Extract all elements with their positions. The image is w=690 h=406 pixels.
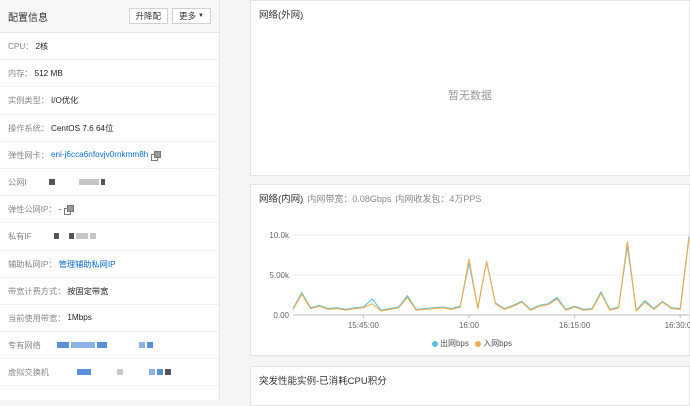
- row-label: 虚拟交换机: [8, 368, 49, 378]
- row-label: 私有IF: [8, 232, 32, 242]
- series-out-line: [292, 236, 690, 312]
- x-tick-label: 16:00: [459, 321, 480, 330]
- row-vpc: 专有网络: [0, 332, 219, 360]
- row-label: 弹性网卡：: [8, 150, 49, 160]
- config-panel: 配置信息 升降配 更多 ▼ CPU： 2核 内存： 512 MB 实例类型： I/O优化…: [0, 0, 220, 400]
- row-bandwidth: 当前使用带宽： 1Mbps: [0, 305, 219, 333]
- x-tick-label: 16:15:00: [559, 321, 591, 330]
- internal-bandwidth: 内网带宽：0.08Gbps: [307, 194, 392, 204]
- row-memory: 内存： 512 MB: [0, 60, 219, 88]
- internal-packets: 内网收发包：4万PPS: [395, 194, 482, 204]
- row-label: 实例类型：: [8, 96, 49, 106]
- row-label: 辅助私网IP：: [8, 259, 57, 269]
- config-header: 配置信息 升降配 更多 ▼: [0, 0, 219, 33]
- row-label: 专有网络: [8, 341, 41, 351]
- row-value: CentOS 7.6 64位: [50, 123, 114, 133]
- external-network-panel: 网络(外网) 暂无数据: [250, 0, 690, 176]
- row-value: 按固定带宽: [67, 286, 109, 296]
- row-instance-type: 实例类型： I/O优化: [0, 87, 219, 115]
- copy-icon[interactable]: [64, 205, 75, 216]
- row-os: 操作系统： CentOS 7.6 64位: [0, 115, 219, 142]
- row-value: 2核: [35, 42, 49, 52]
- config-title: 配置信息: [8, 12, 48, 24]
- row-label: 内存：: [8, 69, 33, 79]
- row-label: 当前使用带宽：: [8, 313, 66, 323]
- row-private-ip: 私有IF: [0, 223, 219, 251]
- row-vswitch: 虚拟交换机: [0, 359, 219, 387]
- redacted-value: [48, 178, 107, 187]
- eni-link[interactable]: eni-j6cca6nfovjv0rnkmm8h: [51, 150, 148, 159]
- y-tick-label: 5.00k: [269, 271, 290, 280]
- upgrade-button[interactable]: 升降配: [128, 8, 169, 24]
- row-label: CPU：: [8, 42, 34, 52]
- row-value: 512 MB: [34, 68, 63, 78]
- row-value: I/O优化: [50, 96, 79, 106]
- y-tick-label: 10.0k: [269, 231, 290, 240]
- x-tick-label: 15:45:00: [348, 321, 380, 330]
- legend-out-label[interactable]: 出网bps: [440, 339, 469, 348]
- row-label: 带宽计费方式：: [8, 286, 66, 296]
- more-button[interactable]: 更多 ▼: [172, 8, 211, 24]
- cpu-credit-title: 突发性能实例-已消耗CPU积分: [259, 376, 387, 387]
- row-public-ip: 公网I: [0, 169, 219, 197]
- row-eip: 弹性公网IP： -: [0, 196, 219, 224]
- internal-network-title: 网络(内网): [259, 194, 304, 205]
- row-cpu: CPU： 2核: [0, 33, 219, 61]
- more-label: 更多: [179, 11, 197, 21]
- redacted-value: [56, 341, 155, 350]
- network-chart[interactable]: 0.00 5.00k 10.0k 15:45:00 16:00 16:15:00 16:30…: [251, 207, 690, 347]
- row-value: -: [58, 204, 62, 214]
- row-eni: 弹性网卡： eni-j6cca6nfovjv0rnkmm8h: [0, 142, 219, 169]
- legend-in-label[interactable]: 入网bps: [483, 339, 512, 348]
- row-billing: 带宽计费方式： 按固定带宽: [0, 278, 219, 305]
- redacted-value: [76, 368, 173, 377]
- legend-in-dot: [475, 341, 482, 347]
- caret-down-icon: ▼: [198, 13, 204, 19]
- legend-out-dot: [431, 341, 438, 347]
- row-value: 1Mbps: [67, 313, 92, 323]
- row-label: 操作系统：: [8, 123, 49, 133]
- external-network-title: 网络(外网): [259, 10, 304, 21]
- chart-legend: 出网bps 入网bps: [251, 338, 689, 349]
- y-tick-label: 0.00: [273, 311, 289, 320]
- copy-icon[interactable]: [151, 150, 162, 161]
- no-data-text: 暂无数据: [448, 90, 492, 102]
- row-label: 弹性公网IP：: [8, 205, 57, 215]
- x-tick-label: 16:30:00: [665, 321, 690, 330]
- internal-network-panel: 网络(内网) 内网带宽：0.08Gbps 内网收发包：4万PPS 0.00 5.00k…: [250, 184, 690, 356]
- row-label: 公网I: [8, 178, 27, 188]
- redacted-value: [53, 232, 98, 241]
- cpu-credit-panel: 突发性能实例-已消耗CPU积分: [250, 366, 690, 406]
- row-secondary-ip: 辅助私网IP： 管理辅助私网IP: [0, 251, 219, 278]
- manage-secondary-ip-link[interactable]: 管理辅助私网IP: [59, 258, 116, 270]
